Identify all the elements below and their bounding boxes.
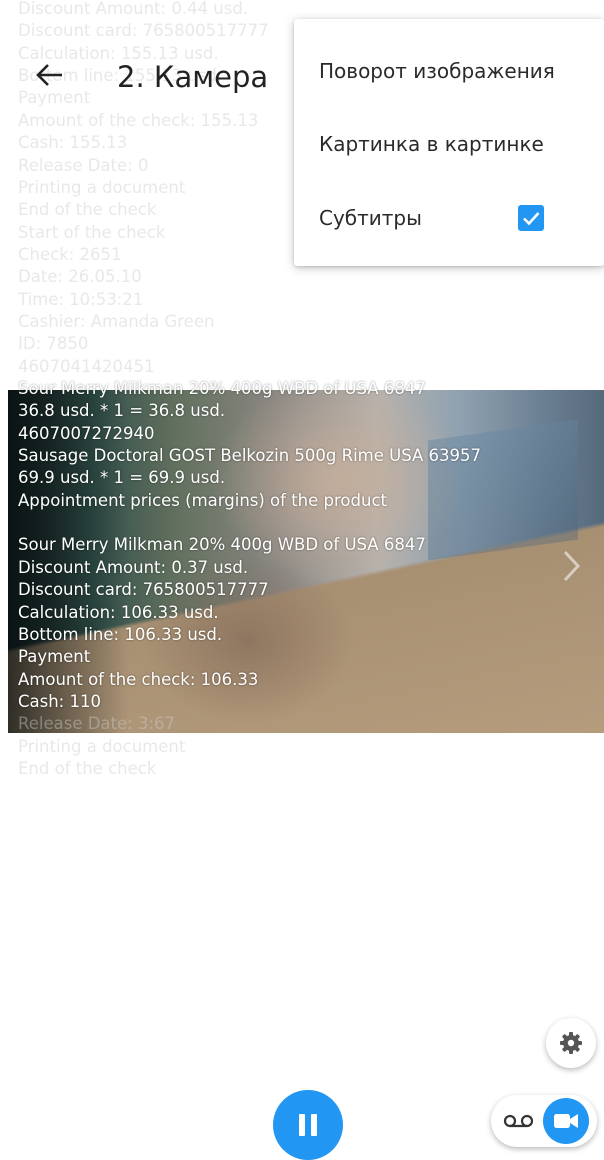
receipt-line: Printing a document: [18, 177, 186, 197]
menu-item-rotate-image[interactable]: Поворот изображения: [319, 57, 555, 85]
receipt-line: Sausage Doctoral GOST Belkozin 500g Rime…: [18, 446, 482, 465]
receipt-line: Date: 26.05.10: [18, 267, 142, 287]
receipt-line: Discount Amount: 0.37 usd.: [18, 557, 249, 577]
menu-item-picture-in-picture[interactable]: Картинка в картинке: [319, 130, 544, 158]
receipt-line: ID: 7850: [18, 334, 89, 354]
overflow-menu: Поворот изображения Картинка в картинке …: [294, 19, 604, 266]
receipt-line: Cashier: Amanda Green: [18, 311, 215, 331]
voicemail-icon[interactable]: [501, 1111, 537, 1131]
receipt-line: Discount card: 765800517777: [18, 580, 269, 600]
receipt-line: Payment: [18, 88, 91, 108]
arrow-left-icon[interactable]: [32, 60, 66, 90]
subtitles-checkbox[interactable]: [518, 205, 544, 231]
receipt-line: Bottom line: 106.33 usd.: [18, 624, 223, 644]
receipt-line: Sour Merry Milkman 20% 400g WBD of USA 6…: [18, 535, 426, 555]
receipt-line: Amount of the check: 106.33: [18, 669, 259, 689]
receipt-line: Payment: [18, 647, 91, 667]
receipt-line: Check: 2651: [18, 244, 122, 264]
page-title: 2. Камера: [117, 60, 269, 94]
check-icon: [523, 212, 540, 226]
videocam-icon: [554, 1114, 578, 1128]
receipt-line: Start of the check: [18, 222, 166, 242]
receipt-line: 36.8 usd. * 1 = 36.8 usd.: [18, 401, 226, 421]
receipt-line: Release Date: 3:67: [18, 714, 176, 734]
receipt-line: 69.9 usd. * 1 = 69.9 usd.: [18, 468, 226, 488]
video-mode-button[interactable]: [543, 1098, 589, 1144]
receipt-line: 4607007272940: [18, 423, 155, 443]
gear-icon: [560, 1032, 582, 1054]
chevron-right-icon[interactable]: [556, 548, 586, 584]
receipt-line: Sour Merry Milkman 20% 400g WBD of USA 6…: [18, 379, 426, 398]
pause-button[interactable]: [273, 1090, 343, 1160]
receipt-line: 4607041420451: [18, 356, 155, 376]
receipt-line: Calculation: 106.33 usd.: [18, 602, 219, 622]
receipt-line: Appointment prices (margins) of the prod…: [18, 490, 387, 510]
receipt-line: End of the check: [18, 758, 157, 778]
receipt-line: Release Date: 0: [18, 155, 149, 175]
receipt-line: Cash: 110: [18, 691, 101, 711]
receipt-line: Printing a document: [18, 736, 186, 756]
receipt-line: Discount card: 765800517777: [18, 21, 269, 41]
receipt-line: Time: 10:53:21: [18, 289, 144, 309]
capture-mode-toggle[interactable]: [491, 1095, 597, 1147]
receipt-line: Discount Amount: 0.44 usd.: [18, 0, 249, 18]
settings-button[interactable]: [546, 1018, 596, 1068]
menu-item-subtitles[interactable]: Субтитры: [319, 204, 422, 232]
receipt-line: Amount of the check: 155.13: [18, 110, 259, 130]
receipt-line: End of the check: [18, 200, 157, 220]
receipt-line: Cash: 155.13: [18, 133, 128, 153]
preview-window-reflection: [428, 419, 578, 561]
